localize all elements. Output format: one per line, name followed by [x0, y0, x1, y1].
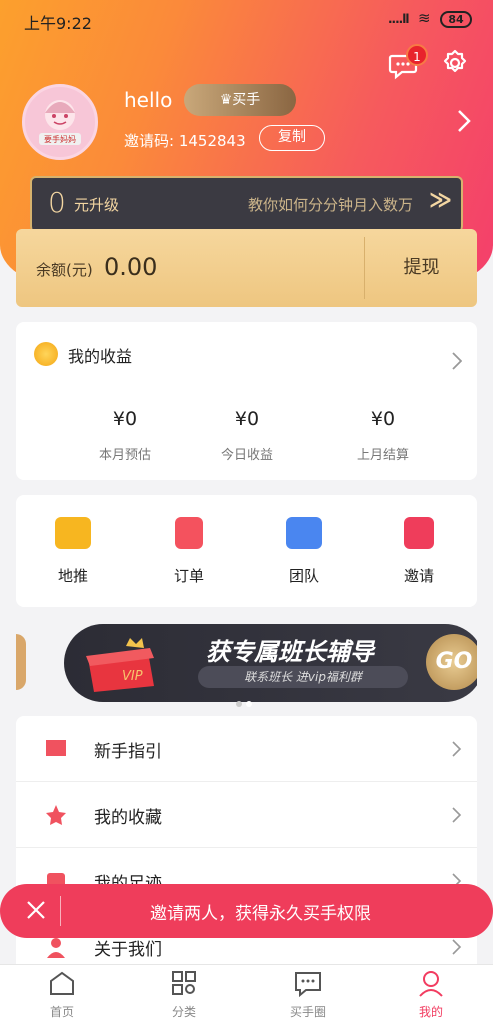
banner-subtitle: 联系班长 进vip福利群: [198, 666, 408, 688]
list-item-favorites[interactable]: 我的收藏: [16, 782, 477, 848]
invite-toast[interactable]: 邀请两人，获得永久买手权限: [0, 884, 493, 938]
bottom-tab-bar: 首页 分类 买手圈 我的: [0, 964, 493, 1024]
double-chevron-icon: ≫: [429, 188, 453, 213]
tab-label: 分类: [171, 1005, 196, 1019]
tab-label: 买手圈: [289, 1005, 326, 1019]
menu-item-ditui[interactable]: 地推: [37, 517, 109, 586]
chevron-right-icon: [452, 741, 462, 757]
status-time: 上午9:22: [24, 14, 92, 33]
menu-item-label: 订单: [173, 567, 204, 585]
upgrade-number: 0: [48, 186, 66, 219]
home-icon: [47, 969, 77, 997]
menu-item-label: 邀请: [403, 567, 434, 585]
chat-icon: [293, 969, 323, 998]
list-item-label: 我的收藏: [94, 808, 162, 828]
stat-value: ¥0: [112, 408, 138, 430]
stat-month-estimate: ¥0 本月预估: [60, 408, 190, 463]
battery-icon: 84: [440, 11, 472, 28]
toast-divider: [60, 896, 61, 926]
stat-value: ¥0: [234, 408, 260, 430]
signal-icon: ....ll: [388, 12, 409, 26]
tab-category[interactable]: 分类: [144, 969, 224, 1020]
gift-box-icon: VIP: [82, 638, 162, 694]
close-icon[interactable]: [22, 896, 50, 924]
go-button[interactable]: GO: [426, 634, 477, 690]
user-icon: [44, 936, 68, 958]
upgrade-text: 元升级: [74, 196, 120, 214]
quick-menu: 地推 订单 团队 邀请: [16, 495, 477, 607]
stat-label: 上月结算: [356, 448, 409, 463]
balance-value: 0.00: [104, 253, 158, 281]
balance-card: 余额(元) 0.00 提现: [16, 229, 477, 307]
tab-label: 我的: [418, 1005, 443, 1019]
menu-item-team[interactable]: 团队: [268, 517, 340, 586]
invite-code: 邀请码: 1452843: [124, 132, 246, 150]
carousel-dots: [236, 692, 260, 707]
gear-icon[interactable]: [440, 48, 470, 78]
toast-message: 邀请两人，获得永久买手权限: [150, 904, 371, 924]
stat-today-earnings: ¥0 今日收益: [182, 408, 312, 463]
stat-value: ¥0: [370, 408, 396, 430]
list-item-label: 关于我们: [94, 940, 162, 960]
username: hello: [124, 88, 173, 112]
coin-icon: [34, 342, 58, 366]
tab-mine[interactable]: 我的: [391, 969, 471, 1020]
flag-icon: [44, 738, 68, 760]
wifi-icon: ≋: [418, 9, 431, 27]
banner-title: 获专属班长辅导: [206, 638, 374, 666]
star-icon: [44, 804, 68, 826]
chevron-right-icon: [452, 939, 462, 955]
divider: [364, 237, 365, 299]
upgrade-banner[interactable]: 0 元升级 教你如何分分钟月入数万 ≫: [30, 176, 463, 232]
tab-buyer-circle[interactable]: 买手圈: [268, 969, 348, 1020]
level-badge-label: 买手: [232, 92, 261, 108]
folder-icon: [55, 517, 91, 549]
chevron-right-icon: [452, 807, 462, 823]
menu-item-label: 团队: [288, 567, 319, 585]
carousel-dot-active: [246, 701, 252, 707]
crown-icon: ♛: [219, 92, 233, 108]
list-item-label: 新手指引: [94, 742, 162, 762]
avatar[interactable]: 要手妈妈: [22, 84, 98, 160]
status-bar: 上午9:22 ....ll ≋ 84: [0, 0, 493, 40]
list-item-guide[interactable]: 新手指引: [16, 716, 477, 782]
stat-label: 本月预估: [98, 448, 151, 463]
gift-text: VIP: [122, 669, 143, 684]
copy-button[interactable]: 复制: [259, 125, 325, 151]
gift-icon: [404, 517, 434, 549]
menu-item-invite[interactable]: 邀请: [383, 517, 455, 586]
menu-item-orders[interactable]: 订单: [153, 517, 225, 586]
stat-last-month: ¥0 上月结算: [318, 408, 448, 463]
profile-icon: [416, 969, 446, 997]
level-badge[interactable]: ♛买手: [184, 84, 296, 116]
svg-text:要手妈妈: 要手妈妈: [44, 134, 76, 144]
order-icon: [175, 517, 203, 549]
earnings-title: 我的收益: [68, 347, 133, 366]
chevron-right-icon[interactable]: [456, 108, 472, 134]
menu-item-label: 地推: [57, 567, 88, 585]
upgrade-hint: 教你如何分分钟月入数万: [248, 196, 414, 214]
tab-home[interactable]: 首页: [22, 969, 102, 1020]
carousel-dot: [236, 701, 242, 707]
category-icon: [169, 969, 199, 997]
team-icon: [286, 517, 322, 549]
earnings-card[interactable]: 我的收益 ¥0 本月预估 ¥0 今日收益 ¥0 上月结算: [16, 322, 477, 480]
message-badge: 1: [406, 44, 428, 66]
banner-prev-slide: [16, 634, 26, 690]
chevron-right-icon[interactable]: [452, 352, 463, 370]
withdraw-button[interactable]: 提现: [366, 229, 477, 307]
stat-label: 今日收益: [220, 448, 273, 463]
balance-label: 余额(元): [36, 261, 93, 279]
tab-label: 首页: [49, 1005, 74, 1019]
